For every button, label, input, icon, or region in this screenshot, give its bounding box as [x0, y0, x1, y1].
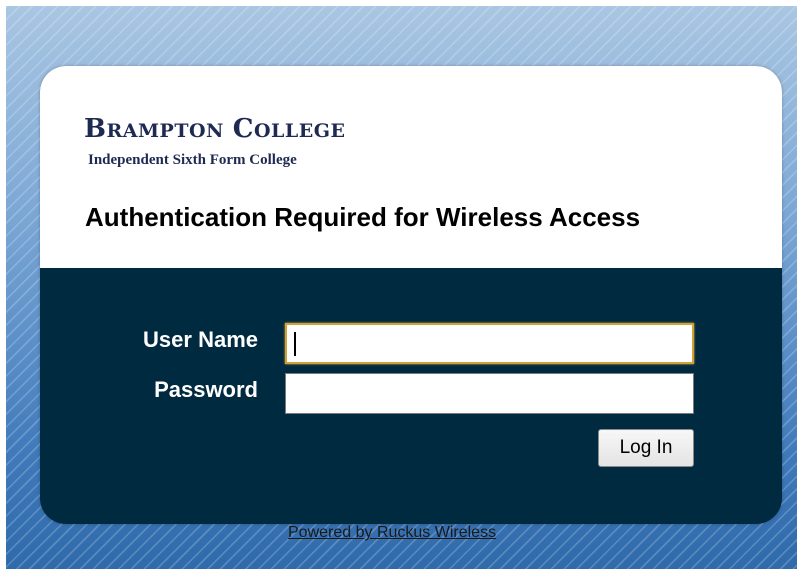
username-input[interactable]: [285, 323, 694, 364]
page-background: BRAMPTON COLLEGE Independent Sixth Form …: [6, 6, 797, 569]
logo-word-rampton: RAMPTON: [106, 120, 224, 142]
username-label: User Name: [143, 327, 258, 352]
login-button[interactable]: Log In: [598, 429, 694, 467]
card-header: BRAMPTON COLLEGE Independent Sixth Form …: [40, 66, 782, 268]
login-card: BRAMPTON COLLEGE Independent Sixth Form …: [40, 66, 782, 524]
college-logo-text: BRAMPTON COLLEGE: [84, 114, 345, 144]
powered-by-link[interactable]: Powered by Ruckus Wireless: [288, 524, 496, 542]
logo-initial-b: B: [84, 114, 107, 144]
text-cursor: [294, 332, 296, 356]
page-title: Authentication Required for Wireless Acc…: [85, 202, 641, 232]
password-input[interactable]: [285, 373, 694, 414]
logo-word-ollege: OLLEGE: [253, 120, 346, 142]
college-tagline: Independent Sixth Form College: [88, 152, 297, 168]
logo-initial-c: C: [232, 114, 254, 144]
password-label: Password: [154, 377, 258, 402]
